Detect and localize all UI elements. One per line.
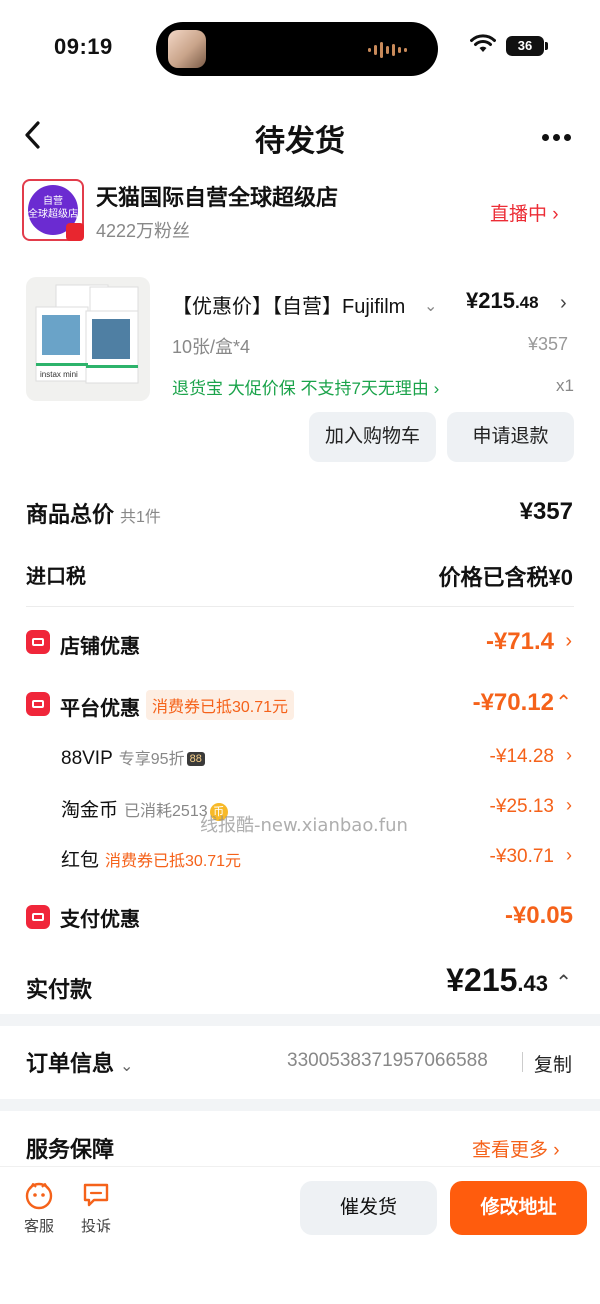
chevron-up-icon[interactable]: ⌃ — [555, 690, 572, 715]
goods-total-count: 共1件 — [120, 509, 161, 526]
complaint-icon — [83, 1183, 109, 1207]
refund-button[interactable]: 申请退款 — [447, 412, 574, 462]
payment-discount-label: 支付优惠 — [60, 909, 140, 931]
platform-discount-label: 平台优惠 消费券已抵30.71元 — [60, 690, 295, 721]
redpacket-label: 红包 — [61, 850, 100, 871]
battery-indicator: 36 — [506, 36, 544, 56]
actual-payment-dec: .43 — [517, 971, 548, 996]
coin-note: 已消耗2513 — [124, 803, 208, 820]
order-info-label[interactable]: 订单信息 ⌄ — [26, 1046, 133, 1078]
store-discount-label: 店铺优惠 — [60, 636, 140, 658]
coin-label: 淘金币 — [61, 800, 119, 821]
product-spec: 10张/盒*4 — [172, 337, 251, 357]
product-quantity: x1 — [556, 376, 574, 395]
wifi-icon — [470, 34, 496, 52]
film-box-illustration — [35, 284, 139, 384]
vip-note: 专享95折 — [118, 751, 185, 768]
order-info-text: 订单信息 — [26, 1051, 115, 1076]
customer-service-label: 客服 — [23, 1218, 54, 1235]
product-image-brand: instax mini — [40, 370, 78, 379]
actual-payment-int: ¥215 — [446, 962, 518, 998]
view-more-link[interactable]: 查看更多 › — [472, 1135, 560, 1162]
store-discount-value[interactable]: -¥71.4 — [486, 628, 554, 656]
page-title: 待发货 — [255, 125, 345, 158]
battery-tip — [545, 42, 548, 50]
redpacket-note: 消费券已抵30.71元 — [105, 853, 242, 870]
chevron-right-icon[interactable]: › — [560, 292, 567, 315]
product-image[interactable]: instax mini — [26, 277, 150, 401]
store-logo[interactable]: 自营 全球超级店 — [22, 179, 84, 241]
coin-discount-value[interactable]: -¥25.13 — [490, 796, 554, 818]
chevron-down-icon[interactable]: ⌄ — [424, 296, 437, 316]
goods-total-label-text: 商品总价 — [26, 502, 115, 527]
product-price: ¥215.48 — [466, 288, 539, 314]
platform-discount-label-text: 平台优惠 — [60, 698, 140, 720]
chevron-right-icon[interactable]: › — [565, 630, 572, 653]
store-discount-icon — [26, 630, 50, 654]
service-guarantee-label: 服务保障 — [26, 1137, 115, 1162]
section-separator — [0, 1014, 600, 1026]
audio-wave-icon — [368, 42, 407, 58]
goods-total-label: 商品总价 共1件 — [26, 497, 161, 529]
platform-discount-icon — [26, 692, 50, 716]
import-tax-value: 价格已含税¥0 — [438, 565, 573, 590]
redpacket-discount-label: 红包 消费券已抵30.71元 — [61, 845, 241, 872]
customer-service-icon — [25, 1182, 53, 1210]
divider — [26, 606, 574, 607]
chevron-right-icon[interactable]: › — [566, 745, 572, 766]
customer-service-button[interactable]: 客服 — [22, 1180, 56, 1236]
watermark: 线报酷-new.xianbao.fun — [200, 815, 408, 836]
copy-button[interactable]: 复制 — [534, 1050, 572, 1077]
product-title[interactable]: 【优惠价】【自营】Fujifilm — [172, 290, 422, 319]
product-original-price: ¥357 — [528, 334, 569, 354]
coupon-pill: 消费券已抵30.71元 — [146, 690, 295, 720]
change-address-button[interactable]: 修改地址 — [450, 1181, 587, 1235]
vip-discount-label: 88VIP 专享95折 88 — [61, 745, 205, 770]
import-tax-label: 进口税 — [26, 566, 86, 588]
complaint-button[interactable]: 投诉 — [79, 1180, 113, 1236]
order-number: 3300538371957066588 — [287, 1050, 488, 1071]
actual-payment-label: 实付款 — [26, 977, 93, 1002]
dynamic-island — [156, 22, 438, 76]
section-separator — [0, 1099, 600, 1111]
chevron-down-icon: ⌄ — [120, 1058, 134, 1075]
more-options-icon[interactable] — [542, 128, 578, 142]
store-fans: 4222万粉丝 — [96, 221, 191, 241]
store-logo-text-bottom: 全球超级店 — [28, 209, 78, 220]
chevron-up-icon[interactable]: ⌃ — [555, 970, 572, 995]
platform-discount-value[interactable]: -¥70.12 — [473, 689, 554, 717]
complaint-label: 投诉 — [80, 1218, 111, 1235]
vip-88-badge: 88 — [186, 752, 205, 766]
actual-payment-value: ¥215.43 — [446, 962, 548, 999]
vip-discount-value[interactable]: -¥14.28 — [490, 746, 554, 768]
live-badge-icon — [66, 223, 84, 241]
status-time: 09:19 — [54, 34, 113, 59]
store-name[interactable]: 天猫国际自营全球超级店 — [96, 180, 338, 212]
chevron-right-icon[interactable]: › — [566, 795, 572, 816]
goods-total-value: ¥357 — [519, 498, 573, 525]
payment-discount-value: -¥0.05 — [504, 902, 573, 929]
live-link[interactable]: 直播中 › — [490, 199, 559, 226]
product-service-tags[interactable]: 退货宝 大促价保 不支持7天无理由 › — [172, 374, 439, 399]
store-logo-text-top: 自营 — [43, 196, 63, 207]
divider — [522, 1052, 523, 1072]
product-price-int: ¥215 — [466, 288, 515, 313]
vip-label: 88VIP — [61, 748, 113, 769]
live-activity-avatar — [168, 30, 206, 68]
chevron-right-icon[interactable]: › — [566, 845, 572, 866]
add-to-cart-button[interactable]: 加入购物车 — [309, 412, 436, 462]
payment-discount-icon — [26, 905, 50, 929]
product-price-dec: .48 — [514, 293, 539, 312]
redpacket-discount-value[interactable]: -¥30.71 — [490, 846, 554, 868]
remind-shipping-button[interactable]: 催发货 — [300, 1181, 437, 1235]
